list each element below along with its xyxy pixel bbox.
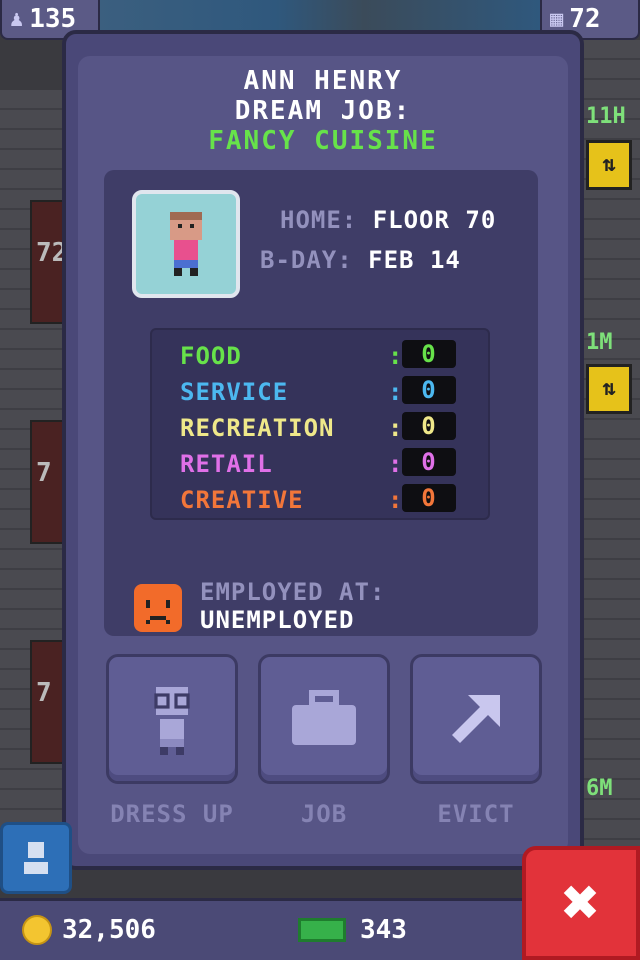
- bitizen-details-panel: HOME: FLOOR 70 B-DAY: FEB 14 FOOD:0 SERVI…: [104, 170, 538, 636]
- evict-button[interactable]: [410, 654, 542, 784]
- skill-value: 0: [402, 412, 456, 440]
- home-value: FLOOR 70: [372, 206, 497, 234]
- home-label: HOME:: [280, 206, 358, 234]
- skill-label: FOOD: [180, 342, 242, 370]
- skill-row-recreation: RECREATION:0: [180, 412, 470, 444]
- building-icon: ▦: [550, 6, 564, 32]
- tower-bux-icon: [298, 918, 346, 942]
- birthday-label: B-DAY:: [260, 246, 353, 274]
- bitizen-name: ANN HENRY: [243, 66, 403, 96]
- floor-label: 11H: [586, 104, 626, 129]
- bux-display: 343: [298, 915, 407, 945]
- coin-icon: [22, 915, 52, 945]
- floor-label: 6M: [586, 776, 613, 801]
- job-label: JOB: [300, 800, 348, 828]
- elevator-icon: ⇅: [586, 364, 632, 414]
- bitizen-avatar-icon: [170, 212, 202, 276]
- tower-top-floors: [100, 0, 540, 32]
- evict-arrow-icon: [452, 695, 500, 743]
- skill-value: 0: [402, 448, 456, 476]
- close-x-icon: ✖: [561, 866, 601, 940]
- skill-value: 0: [402, 376, 456, 404]
- dress-up-label: DRESS UP: [110, 800, 234, 828]
- dream-job-label: DREAM JOB:: [234, 96, 412, 126]
- employed-at-value: UNEMPLOYED: [200, 606, 355, 634]
- coins-value: 32,506: [62, 915, 156, 945]
- bitizens-button[interactable]: [0, 822, 72, 894]
- skill-row-food: FOOD:0: [180, 340, 470, 372]
- dress-up-button[interactable]: [106, 654, 238, 784]
- skill-row-creative: CREATIVE:0: [180, 484, 470, 516]
- population-value: 135: [29, 4, 77, 34]
- bitizen-portrait: [132, 190, 240, 298]
- skill-label: RECREATION: [180, 414, 335, 442]
- skill-value: 0: [402, 340, 456, 368]
- floors-value: 72: [569, 4, 601, 34]
- employed-at-label: EMPLOYED AT:: [200, 578, 386, 606]
- birthday-row: B-DAY: FEB 14: [260, 246, 461, 274]
- coins-display: 32,506: [22, 915, 156, 945]
- dress-up-icon: [154, 687, 190, 755]
- dream-job-value: FANCY CUISINE: [208, 126, 438, 156]
- skill-row-service: SERVICE:0: [180, 376, 470, 408]
- skill-label: RETAIL: [180, 450, 273, 478]
- skill-label: CREATIVE: [180, 486, 304, 514]
- bitizen-info-dialog: ANN HENRY DREAM JOB: FANCY CUISINE HOME:…: [62, 30, 584, 870]
- skill-label: SERVICE: [180, 378, 289, 406]
- skill-value: 0: [402, 484, 456, 512]
- close-button[interactable]: ✖: [522, 846, 640, 960]
- evict-label: EVICT: [437, 800, 515, 828]
- briefcase-icon: [292, 690, 356, 745]
- sad-face-icon: [134, 584, 182, 632]
- job-button[interactable]: [258, 654, 390, 784]
- skills-table: FOOD:0 SERVICE:0 RECREATION:0 RETAIL:0 CREAT…: [150, 328, 490, 520]
- home-row: HOME: FLOOR 70: [280, 206, 496, 234]
- person-icon: ♟: [10, 6, 24, 32]
- person-icon: [24, 842, 48, 874]
- floor-label: 1M: [586, 330, 613, 355]
- bux-value: 343: [360, 915, 407, 945]
- skill-row-retail: RETAIL:0: [180, 448, 470, 480]
- elevator-icon: ⇅: [586, 140, 632, 190]
- birthday-value: FEB 14: [368, 246, 461, 274]
